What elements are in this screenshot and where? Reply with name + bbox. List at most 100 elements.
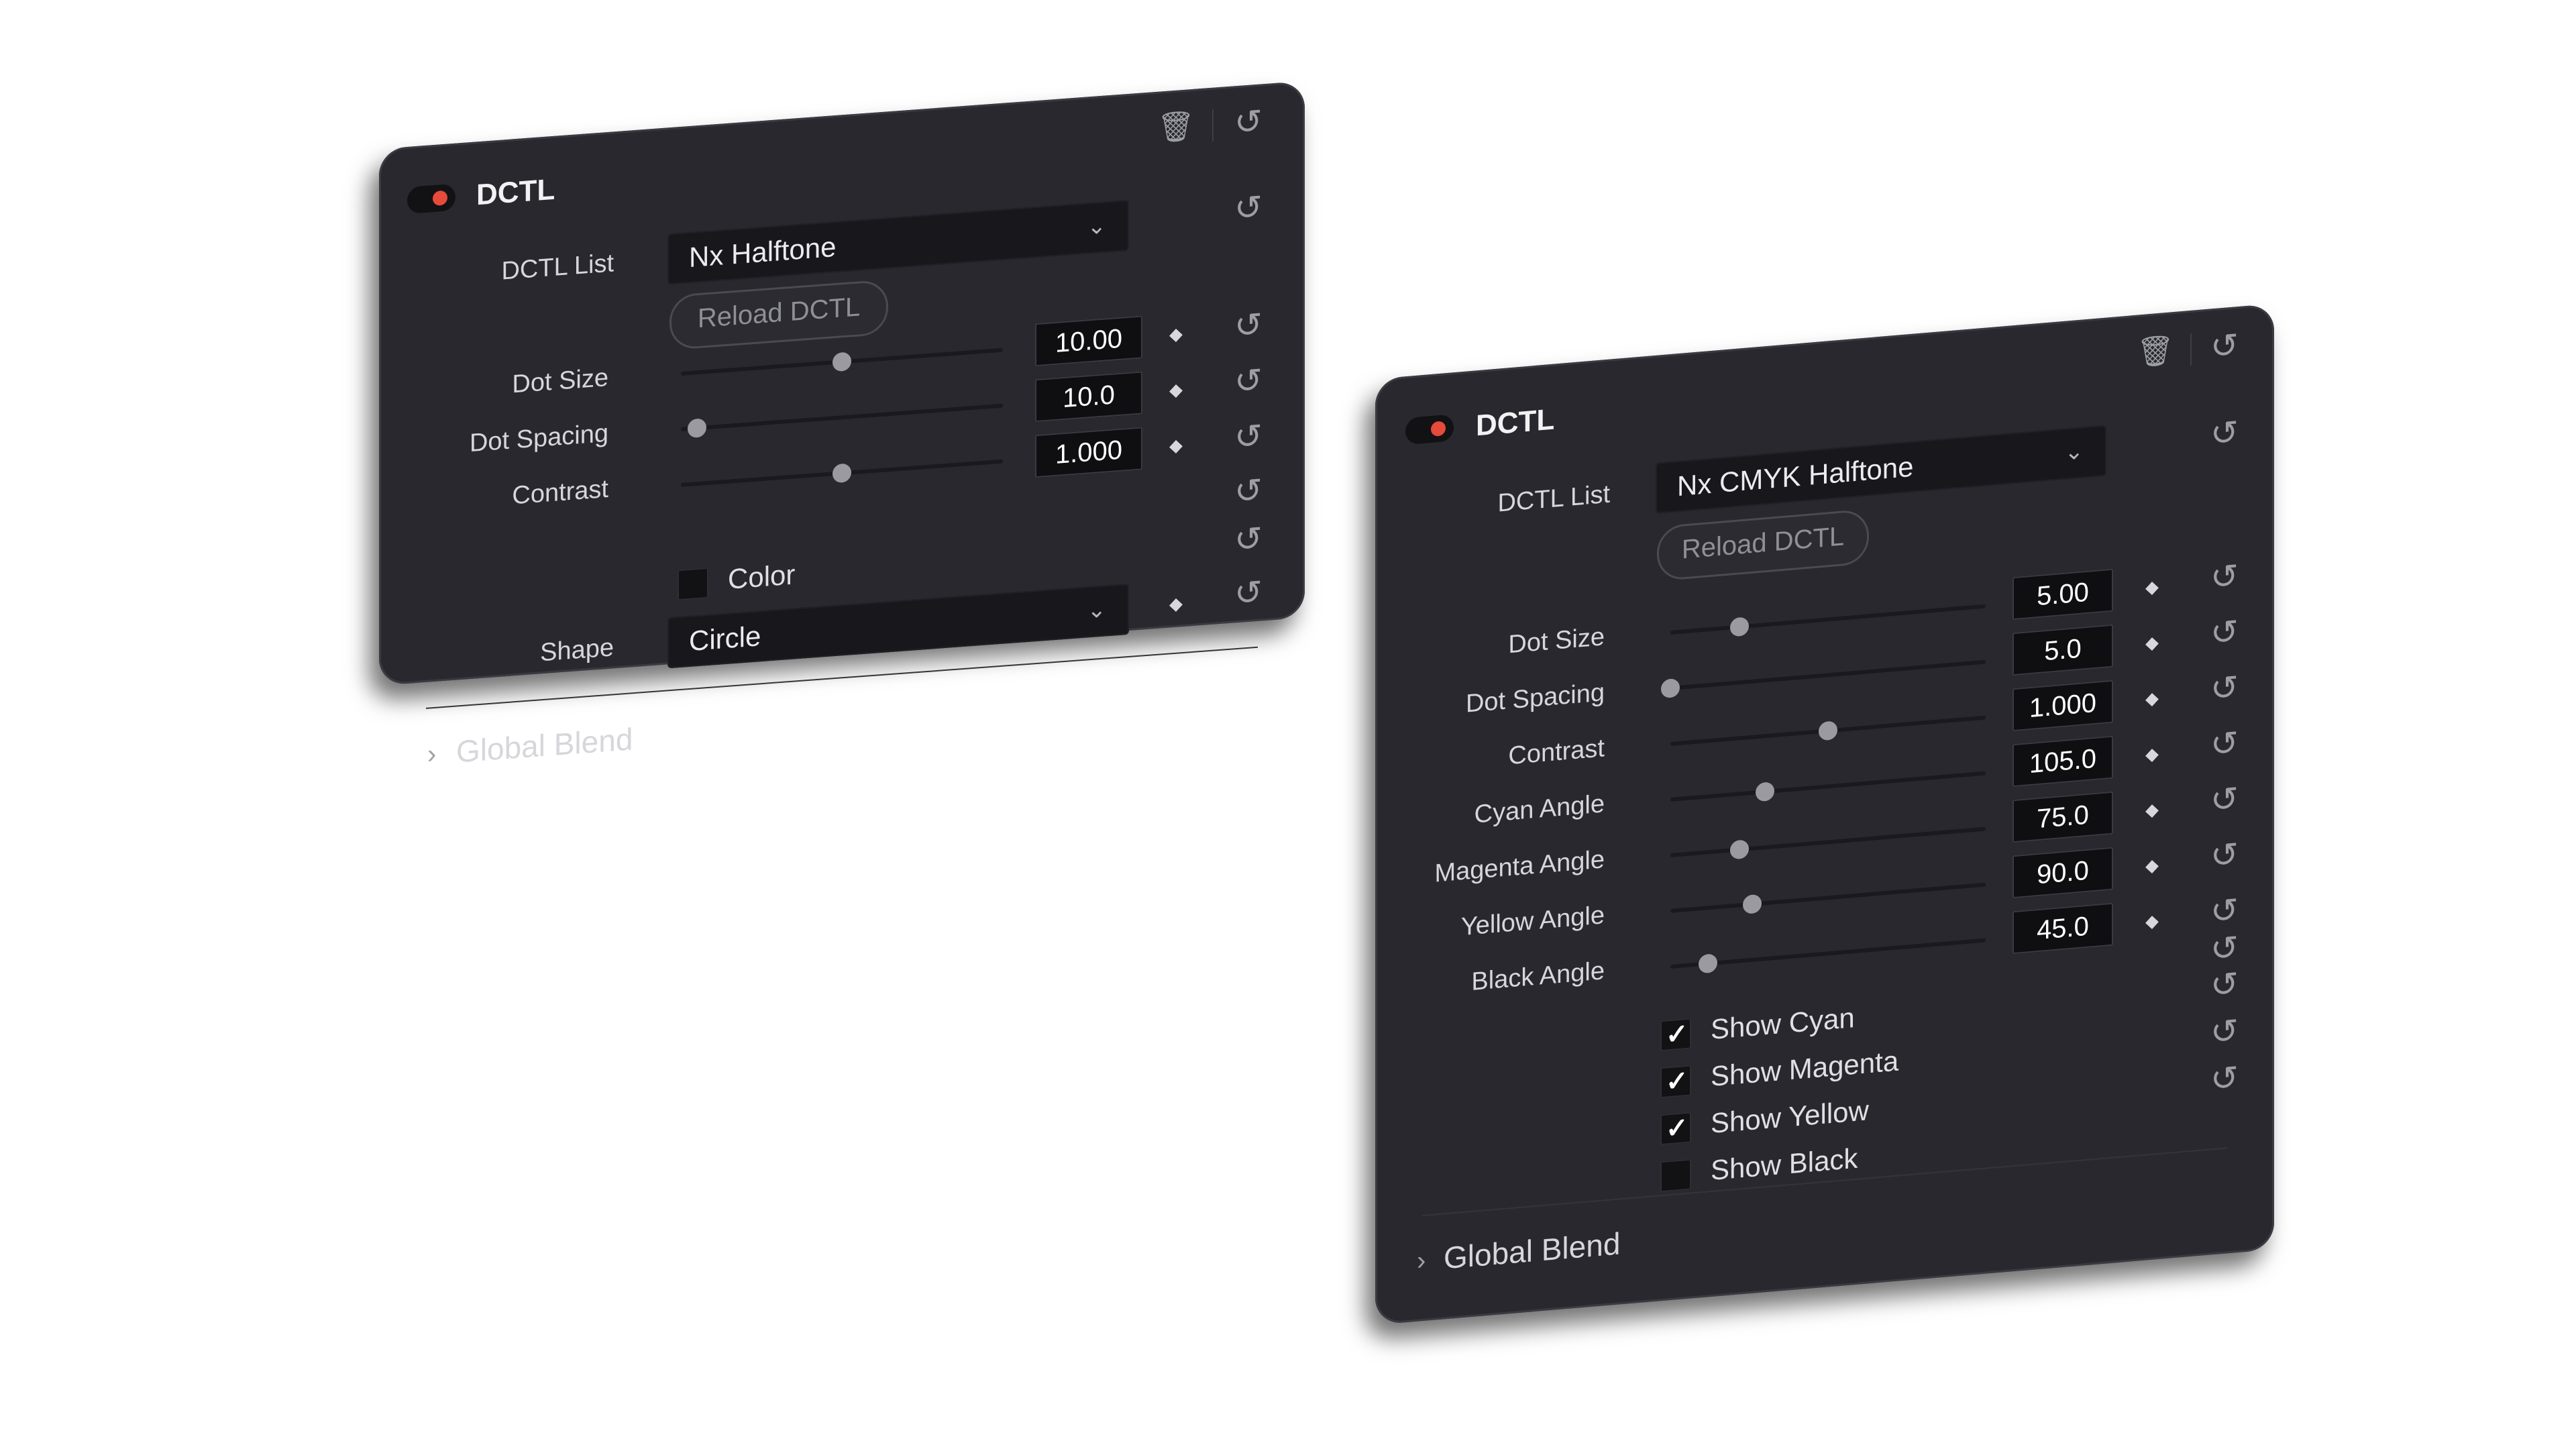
param-slider[interactable] (1670, 882, 1986, 914)
reload-dctl-button[interactable]: Reload DCTL (1657, 508, 1869, 582)
param-label: Dot Size (512, 363, 608, 399)
slider-thumb[interactable] (1730, 839, 1750, 860)
keyframe-icon[interactable]: ◆ (1169, 435, 1183, 456)
param-label: Cyan Angle (1474, 790, 1605, 829)
slider-thumb[interactable] (688, 418, 706, 439)
slider-thumb[interactable] (1743, 894, 1762, 914)
param-reset-icon[interactable]: ↺ (1234, 361, 1263, 400)
reset-all-icon[interactable]: ↺ (1234, 102, 1263, 142)
param-slider[interactable] (681, 403, 1003, 439)
slider-thumb[interactable] (1661, 678, 1680, 699)
keyframe-icon[interactable]: ◆ (2145, 855, 2159, 877)
slider-thumb[interactable] (833, 463, 851, 484)
checkbox-reset-icon[interactable]: ↺ (2210, 965, 2239, 1005)
reset-all-icon[interactable]: ↺ (2210, 326, 2239, 366)
keyframe-icon[interactable]: ◆ (1169, 379, 1183, 400)
param-label: Contrast (1508, 734, 1605, 771)
param-value-field[interactable]: 10.0 (1035, 371, 1142, 423)
param-slider[interactable] (1670, 604, 1986, 637)
chevron-right-icon[interactable]: › (427, 739, 436, 770)
slider-thumb[interactable] (1730, 616, 1750, 637)
param-reset-icon[interactable]: ↺ (2210, 724, 2239, 764)
dctl-panel-nx-cmyk-halftone: DCTL 🗑 ↺ DCTL List Nx CMYK Halftone ⌄ ↺ … (1375, 303, 2274, 1325)
slider-group-reset-icon[interactable]: ↺ (1234, 471, 1263, 511)
param-slider[interactable] (1670, 771, 1986, 802)
keyframe-icon[interactable]: ◆ (2145, 688, 2159, 710)
param-value-field[interactable]: 5.00 (2012, 568, 2113, 621)
dctl-list-value: Nx Halftone (689, 230, 837, 274)
keyframe-icon[interactable]: ◆ (2145, 743, 2159, 765)
channel-checkbox[interactable]: ✓ (1660, 1065, 1691, 1099)
dctl-list-dropdown[interactable]: Nx CMYK Halftone ⌄ (1656, 425, 2106, 514)
param-label: Black Angle (1471, 957, 1605, 996)
global-blend-label[interactable]: Global Blend (456, 720, 633, 769)
slider-group-reset-icon[interactable]: ↺ (2210, 928, 2239, 969)
param-slider[interactable] (681, 347, 1003, 376)
param-label: Dot Spacing (1465, 678, 1605, 718)
param-reset-icon[interactable]: ↺ (2210, 780, 2239, 820)
keyframe-icon[interactable]: ◆ (1169, 323, 1183, 345)
param-reset-icon[interactable]: ↺ (2210, 668, 2239, 708)
param-slider[interactable] (681, 459, 1003, 487)
enable-dot-icon (1431, 421, 1446, 437)
param-reset-icon[interactable]: ↺ (2210, 835, 2239, 875)
trash-icon[interactable]: 🗑 (1157, 108, 1195, 146)
checkbox-reset-icon[interactable]: ↺ (2210, 1012, 2239, 1052)
param-reset-icon[interactable]: ↺ (2210, 557, 2239, 597)
dctl-list-reset-icon[interactable]: ↺ (1234, 188, 1263, 227)
keyframe-icon[interactable]: ◆ (2145, 632, 2159, 654)
shape-dropdown[interactable]: Circle ⌄ (667, 583, 1129, 669)
param-label: Contrast (512, 474, 608, 511)
param-value-field[interactable]: 90.0 (2012, 847, 2113, 899)
param-slider[interactable] (1670, 715, 1986, 747)
slider-thumb[interactable] (1699, 953, 1718, 974)
channel-checkbox-label: Show Magenta (1711, 1044, 1899, 1093)
dctl-panel-nx-halftone: DCTL 🗑 ↺ DCTL List Nx Halftone ⌄ ↺ Reloa… (379, 80, 1305, 769)
param-reset-icon[interactable]: ↺ (2210, 891, 2239, 931)
dctl-list-dropdown[interactable]: Nx Halftone ⌄ (667, 199, 1129, 285)
keyframe-icon[interactable]: ◆ (2145, 799, 2159, 821)
keyframe-icon[interactable]: ◆ (2145, 910, 2159, 932)
param-slider[interactable] (1661, 659, 1986, 699)
slider-thumb[interactable] (1819, 720, 1837, 741)
checkbox-reset-icon[interactable]: ↺ (2210, 1059, 2239, 1099)
param-value-field[interactable]: 75.0 (2012, 791, 2113, 843)
global-blend-label[interactable]: Global Blend (1444, 1225, 1620, 1276)
trash-icon[interactable]: 🗑 (2137, 332, 2174, 370)
chevron-down-icon: ⌄ (1087, 596, 1107, 624)
color-checkbox[interactable] (678, 567, 708, 601)
param-value-field[interactable]: 45.0 (2012, 902, 2113, 955)
node-enable-toggle[interactable] (1405, 414, 1454, 445)
chevron-down-icon: ⌄ (1087, 213, 1107, 240)
param-value-field[interactable]: 105.0 (2012, 735, 2113, 788)
keyframe-icon[interactable]: ◆ (1169, 593, 1183, 614)
node-enable-toggle[interactable] (407, 183, 455, 214)
param-value-field[interactable]: 5.0 (2012, 624, 2113, 676)
param-reset-icon[interactable]: ↺ (1234, 417, 1263, 456)
channel-checkbox[interactable] (1660, 1159, 1691, 1193)
param-value-field[interactable]: 10.00 (1035, 315, 1142, 367)
shape-reset-icon[interactable]: ↺ (1234, 573, 1263, 612)
chevron-right-icon[interactable]: › (1417, 1246, 1426, 1277)
color-reset-icon[interactable]: ↺ (1234, 519, 1263, 559)
param-slider[interactable] (1670, 938, 1986, 974)
param-value-field[interactable]: 1.000 (1035, 427, 1142, 478)
param-reset-icon[interactable]: ↺ (1234, 305, 1263, 345)
channel-checkbox[interactable]: ✓ (1660, 1112, 1691, 1146)
param-label: Yellow Angle (1460, 901, 1605, 942)
slider-thumb[interactable] (1756, 782, 1774, 802)
enable-dot-icon (433, 190, 447, 207)
panel-title: DCTL (476, 172, 555, 212)
shape-value: Circle (689, 620, 761, 657)
check-icon: ✓ (1666, 1065, 1688, 1097)
slider-thumb[interactable] (833, 352, 851, 372)
param-label: Dot Spacing (469, 419, 608, 458)
param-value-field[interactable]: 1.000 (2012, 680, 2113, 732)
check-icon: ✓ (1666, 1018, 1688, 1051)
param-slider[interactable] (1670, 826, 1986, 860)
reload-dctl-button[interactable]: Reload DCTL (669, 279, 888, 351)
keyframe-icon[interactable]: ◆ (2145, 576, 2159, 598)
dctl-list-reset-icon[interactable]: ↺ (2210, 413, 2239, 453)
param-reset-icon[interactable]: ↺ (2210, 612, 2239, 653)
channel-checkbox[interactable]: ✓ (1660, 1018, 1691, 1052)
